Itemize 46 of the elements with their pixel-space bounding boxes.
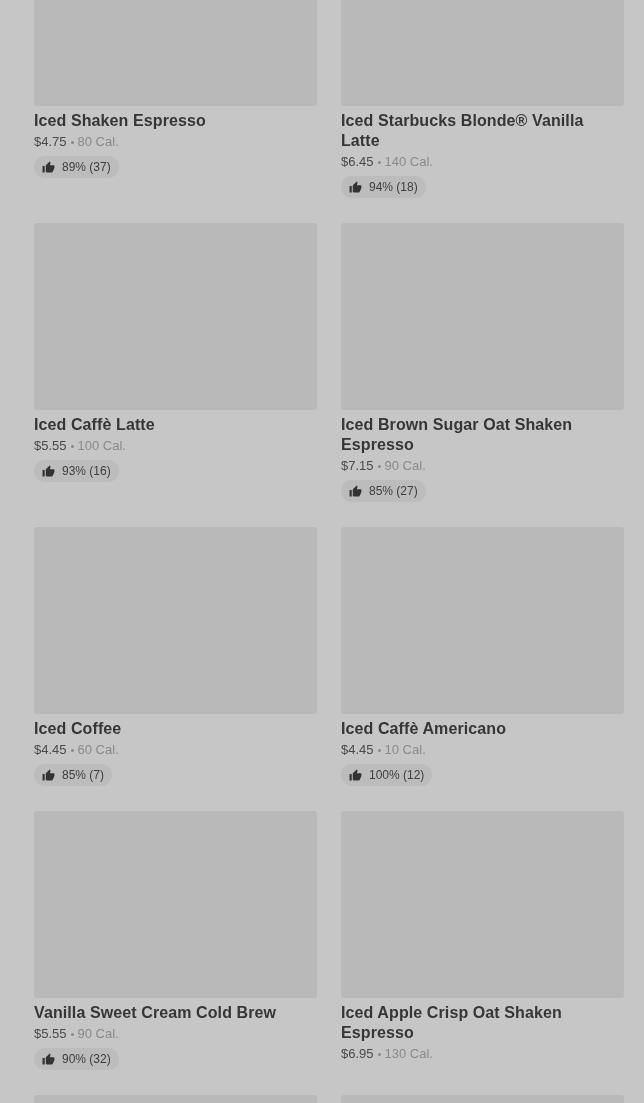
thumbs-up-icon	[349, 180, 362, 194]
separator-dot	[377, 748, 381, 752]
product-name[interactable]: Iced Caffè Americano	[341, 719, 624, 739]
separator-dot	[70, 444, 74, 448]
product-name[interactable]: Iced Coffee	[34, 719, 317, 739]
price: $7.15	[341, 458, 374, 474]
thumbs-up-icon	[42, 1052, 55, 1066]
separator-dot	[70, 140, 74, 144]
calories: 90 Cal.	[77, 1026, 119, 1042]
separator-dot	[70, 1032, 74, 1036]
product-name[interactable]: Vanilla Sweet Cream Cold Brew	[34, 1003, 317, 1023]
separator-dot	[70, 748, 74, 752]
thumbs-up-icon	[42, 768, 55, 782]
thumbs-up-icon	[349, 768, 362, 782]
product-name[interactable]: Iced Starbucks Blonde® Vanilla Latte	[341, 111, 624, 151]
calories: 80 Cal.	[77, 134, 119, 150]
rating-text: 100% (12)	[369, 768, 425, 782]
product-name[interactable]: Iced Shaken Espresso	[34, 111, 317, 131]
rating-text: 94% (18)	[369, 180, 418, 194]
rating-text: 93% (16)	[62, 464, 111, 478]
price: $4.75	[34, 134, 67, 150]
product-name[interactable]: Iced Apple Crisp Oat Shaken Espresso	[341, 1003, 624, 1043]
price: $5.55	[34, 438, 67, 454]
price: $6.45	[341, 154, 374, 170]
product-name[interactable]: Iced Brown Sugar Oat Shaken Espresso	[341, 415, 624, 455]
calories: 100 Cal.	[77, 438, 126, 454]
thumbs-up-icon	[42, 160, 55, 174]
price: $4.45	[341, 742, 374, 758]
separator-dot	[377, 464, 381, 468]
thumbs-up-icon	[349, 484, 362, 498]
separator-dot	[377, 160, 381, 164]
thumbs-up-icon	[42, 464, 55, 478]
rating-text: 85% (7)	[62, 768, 105, 782]
rating-text: 89% (37)	[62, 160, 111, 174]
calories: 140 Cal.	[384, 154, 433, 170]
price: $6.95	[341, 1046, 374, 1062]
price: $5.55	[34, 1026, 67, 1042]
rating-text: 90% (32)	[62, 1052, 111, 1066]
calories: 90 Cal.	[384, 458, 426, 474]
rating-text: 85% (27)	[369, 484, 418, 498]
calories: 130 Cal.	[384, 1046, 433, 1062]
calories: 60 Cal.	[77, 742, 119, 758]
calories: 10 Cal.	[384, 742, 426, 758]
separator-dot	[377, 1052, 381, 1056]
price: $4.45	[34, 742, 67, 758]
product-name[interactable]: Iced Caffè Latte	[34, 415, 317, 435]
